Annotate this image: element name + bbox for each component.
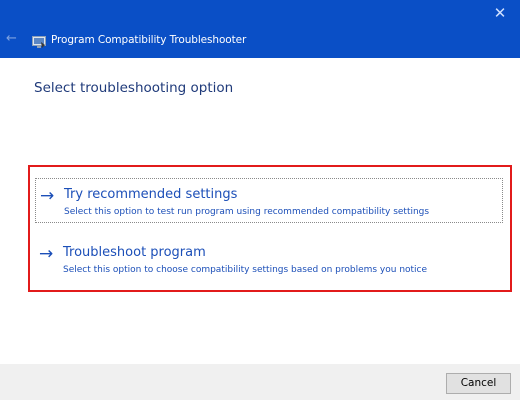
arrow-right-icon: → [39, 244, 54, 264]
close-icon[interactable]: ✕ [489, 3, 511, 23]
option-description: Select this option to choose compatibili… [63, 265, 428, 275]
option-title[interactable]: Try recommended settings [64, 185, 237, 205]
option-title[interactable]: Troubleshoot program [63, 243, 206, 263]
arrow-right-icon: → [40, 186, 55, 206]
option-troubleshoot-program[interactable]: → Troubleshoot program Select this optio… [35, 237, 503, 282]
page-heading: Select troubleshooting option [34, 80, 234, 96]
back-arrow-icon[interactable]: ← [6, 31, 20, 47]
cancel-button[interactable]: Cancel [446, 373, 511, 394]
option-description: Select this option to test run program u… [64, 207, 430, 217]
troubleshooter-app-icon [32, 33, 46, 48]
footer-bar [0, 364, 520, 400]
window-title: Program Compatibility Troubleshooter [51, 34, 247, 46]
title-bar: ✕ ← Program Compatibility Troubleshooter [0, 0, 520, 58]
option-try-recommended-settings[interactable]: → Try recommended settings Select this o… [35, 178, 503, 223]
